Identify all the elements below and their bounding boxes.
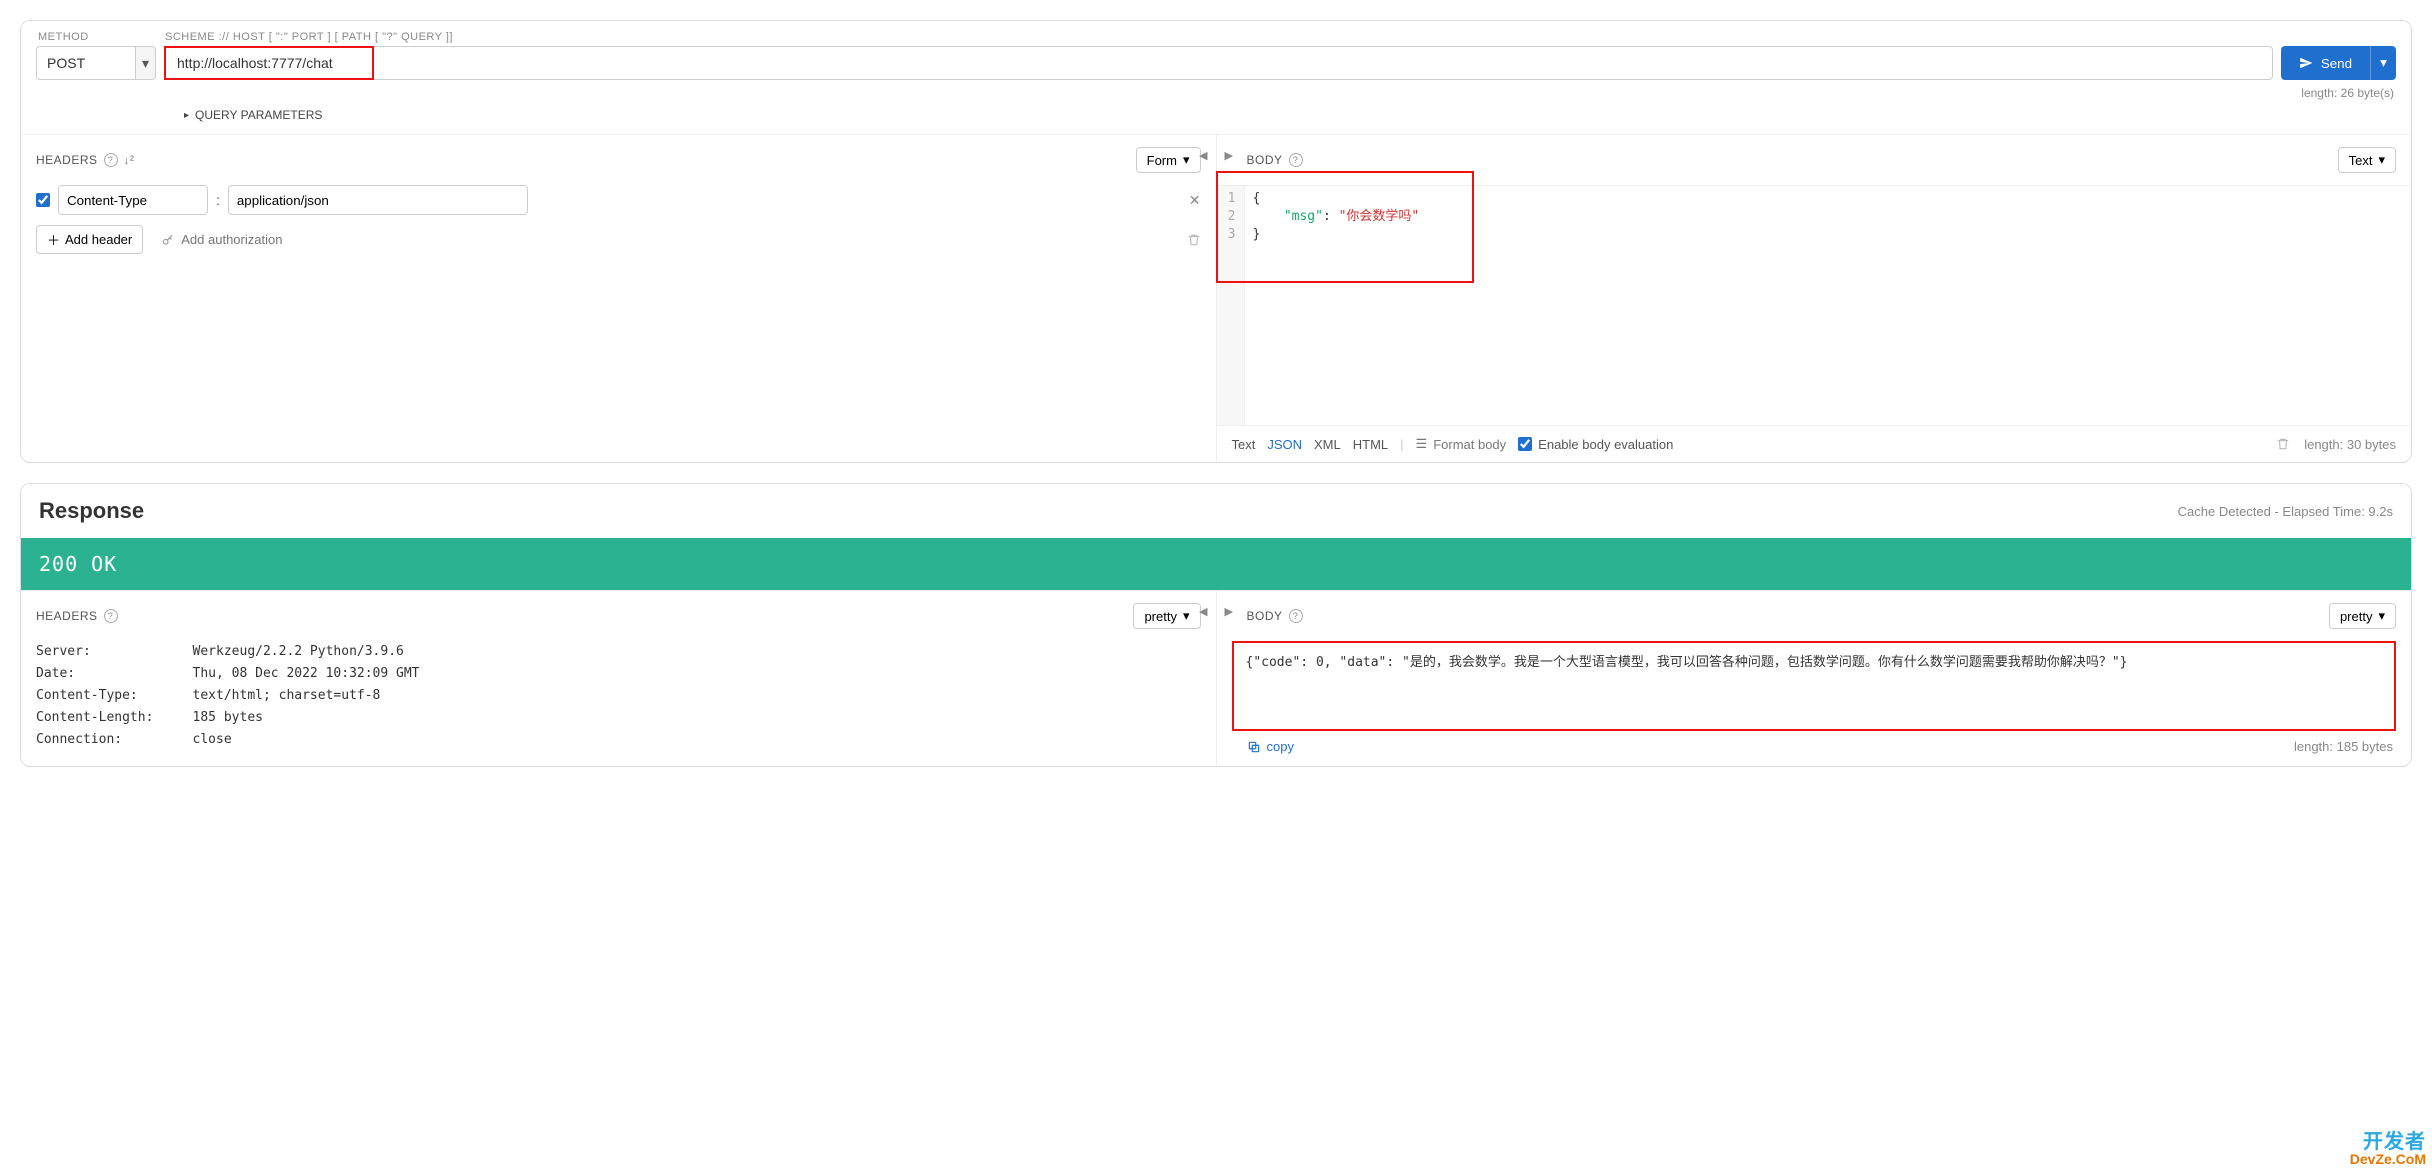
add-header-button[interactable]: ＋ Add header <box>36 225 143 254</box>
remove-header-icon[interactable]: ✕ <box>1189 192 1201 209</box>
format-body-button[interactable]: ☰ Format body <box>1416 436 1507 452</box>
response-body-column: ▶ BODY ? pretty ▾ {"code": 0, "data": "是… <box>1216 591 2412 766</box>
colon-separator: : <box>216 192 220 208</box>
response-meta: Cache Detected - Elapsed Time: 9.2s <box>2178 504 2393 519</box>
format-icon: ☰ <box>1416 436 1428 452</box>
plus-icon: ＋ <box>47 230 60 249</box>
tab-text[interactable]: Text <box>1232 437 1256 452</box>
add-authorization-button[interactable]: Add authorization <box>161 232 282 247</box>
line-gutter: 123 <box>1217 186 1245 425</box>
chevron-down-icon[interactable]: ▾ <box>135 47 155 79</box>
response-title: Response <box>39 498 144 524</box>
method-value: POST <box>37 55 135 71</box>
headers-title: HEADERS <box>36 153 98 167</box>
chevron-right-icon: ▸ <box>184 110 189 121</box>
request-body-column: ▶ BODY ? Text ▾ 123 <box>1216 135 2412 462</box>
header-value-input[interactable] <box>228 185 528 215</box>
chevron-down-icon: ▾ <box>1183 608 1190 624</box>
send-button[interactable]: Send <box>2281 46 2370 80</box>
query-parameters-label: QUERY PARAMETERS <box>195 108 322 122</box>
request-panel: METHOD SCHEME :// HOST [ ":" PORT ] [ PA… <box>20 20 2412 463</box>
body-code[interactable]: { "msg": "你会数学吗"} <box>1245 186 1428 425</box>
method-select[interactable]: POST ▾ <box>36 46 156 80</box>
response-headers-mode-dropdown[interactable]: pretty ▾ <box>1133 603 1200 629</box>
body-editor[interactable]: 123 { "msg": "你会数学吗"} <box>1217 185 2412 425</box>
url-input[interactable]: http://localhost:7777/chat <box>164 46 2273 80</box>
response-body-content: {"code": 0, "data": "是的，我会数学。我是一个大型语言模型，… <box>1232 641 2397 731</box>
chevron-down-icon: ▾ <box>2378 152 2385 168</box>
body-length-text: length: 30 bytes <box>2304 437 2396 452</box>
help-icon[interactable]: ? <box>1289 609 1303 623</box>
header-row: : ✕ <box>36 185 1201 215</box>
copy-button[interactable]: copy <box>1247 739 1294 754</box>
collapse-left-icon[interactable]: ◀ <box>1199 149 1207 162</box>
key-icon <box>161 233 175 247</box>
collapse-left-icon[interactable]: ◀ <box>1199 605 1207 618</box>
method-label: METHOD <box>36 31 163 43</box>
url-label: SCHEME :// HOST [ ":" PORT ] [ PATH [ "?… <box>163 31 2396 43</box>
response-headers-title: HEADERS <box>36 609 98 623</box>
help-icon[interactable]: ? <box>104 153 118 167</box>
response-status: 200 OK <box>21 538 2411 590</box>
chevron-down-icon: ▾ <box>1183 152 1190 168</box>
response-body-length: length: 185 bytes <box>2294 739 2393 754</box>
tab-xml[interactable]: XML <box>1314 437 1341 452</box>
copy-icon <box>1247 740 1261 754</box>
collapse-right-icon[interactable]: ▶ <box>1225 149 1233 162</box>
header-enabled-checkbox[interactable] <box>36 193 50 207</box>
enable-body-eval-checkbox[interactable] <box>1518 437 1532 451</box>
chevron-down-icon: ▾ <box>2378 608 2385 624</box>
request-headers-column: HEADERS ? ↓² Form ▾ ◀ <box>21 135 1216 462</box>
watermark: 开发者 DevZe.CoM <box>2350 1132 2426 1166</box>
url-length-text: length: 26 byte(s) <box>36 86 2394 100</box>
tab-html[interactable]: HTML <box>1353 437 1388 452</box>
response-body-title: BODY <box>1247 609 1283 623</box>
header-name-input[interactable] <box>58 185 208 215</box>
sort-icon[interactable]: ↓² <box>124 153 135 167</box>
tab-json[interactable]: JSON <box>1267 437 1302 452</box>
send-dropdown-button[interactable]: ▾ <box>2370 46 2396 80</box>
headers-view-dropdown[interactable]: Form ▾ <box>1136 147 1201 173</box>
response-headers-list: Server: Werkzeug/2.2.2 Python/3.9.6Date:… <box>36 641 1201 751</box>
trash-icon[interactable] <box>1187 233 1201 247</box>
response-headers-column: HEADERS ? pretty ▾ ◀ Server: Werkzeug/2.… <box>21 591 1216 766</box>
url-value: http://localhost:7777/chat <box>177 55 333 71</box>
trash-icon[interactable] <box>2276 437 2290 451</box>
response-panel: Response Cache Detected - Elapsed Time: … <box>20 483 2412 767</box>
collapse-right-icon[interactable]: ▶ <box>1225 605 1233 618</box>
help-icon[interactable]: ? <box>104 609 118 623</box>
send-label: Send <box>2321 56 2352 71</box>
body-title: BODY <box>1247 153 1283 167</box>
help-icon[interactable]: ? <box>1289 153 1303 167</box>
paper-plane-icon <box>2299 56 2313 70</box>
query-parameters-toggle[interactable]: ▸ QUERY PARAMETERS <box>184 108 2396 122</box>
response-body-mode-dropdown[interactable]: pretty ▾ <box>2329 603 2396 629</box>
enable-body-eval-toggle[interactable]: Enable body evaluation <box>1518 437 1673 452</box>
body-mode-dropdown[interactable]: Text ▾ <box>2338 147 2396 173</box>
